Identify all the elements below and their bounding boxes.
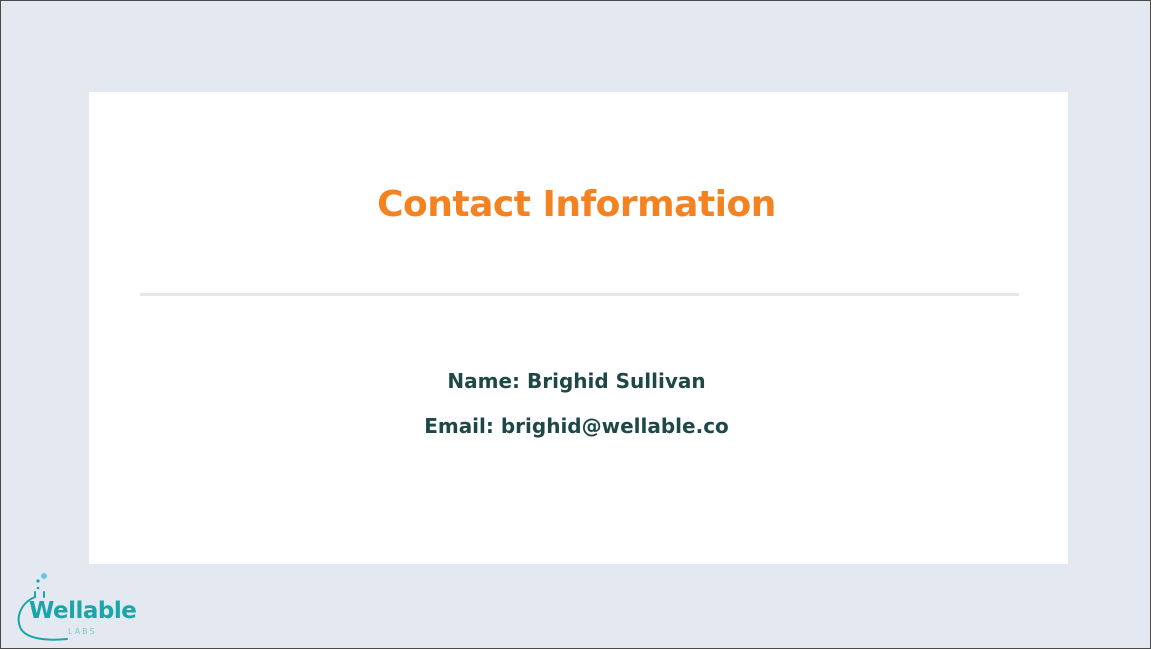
wellable-labs-logo: Wellable LABS <box>7 567 157 647</box>
contact-email: Email: brighid@wellable.co <box>424 414 729 438</box>
title-divider <box>140 293 1019 296</box>
logo-subtitle: LABS <box>68 627 97 636</box>
slide: Contact Information Name: Brighid Sulliv… <box>0 0 1151 649</box>
logo-wordmark: Wellable <box>29 598 137 624</box>
content-card <box>89 92 1068 564</box>
contact-name: Name: Brighid Sullivan <box>447 369 706 393</box>
slide-title: Contact Information <box>377 184 776 225</box>
